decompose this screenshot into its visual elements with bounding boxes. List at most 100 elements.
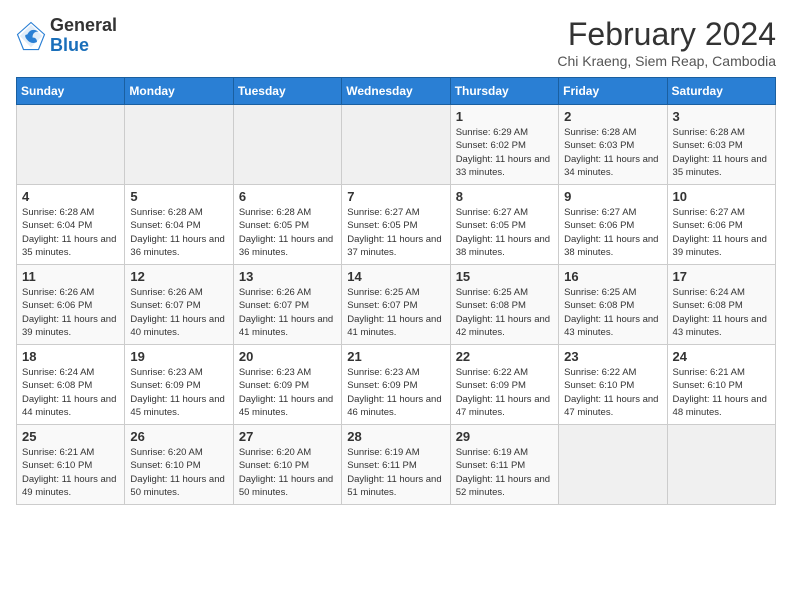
calendar-day-cell: 1Sunrise: 6:29 AM Sunset: 6:02 PM Daylig… — [450, 105, 558, 185]
calendar-day-cell: 10 Sunrise: 6:27 AM Sunset: 6:06 PM Dayli… — [667, 185, 775, 265]
weekday-header-cell: Wednesday — [342, 78, 450, 105]
calendar-day-cell: 21 Sunrise: 6:23 AM Sunset: 6:09 PM Dayli… — [342, 345, 450, 425]
calendar-day-cell: 20 Sunrise: 6:23 AM Sunset: 6:09 PM Dayli… — [233, 345, 341, 425]
weekday-header-cell: Sunday — [17, 78, 125, 105]
day-number: 7 — [347, 189, 444, 204]
calendar-day-cell: 19 Sunrise: 6:23 AM Sunset: 6:09 PM Dayli… — [125, 345, 233, 425]
day-number: 15 — [456, 269, 553, 284]
day-number: 20 — [239, 349, 336, 364]
calendar-day-cell — [667, 425, 775, 505]
calendar-day-cell: 24Sunrise: 6:21 AM Sunset: 6:10 PM Dayli… — [667, 345, 775, 425]
calendar-day-cell: 25 Sunrise: 6:21 AM Sunset: 6:10 PM Dayli… — [17, 425, 125, 505]
calendar-day-cell: 27 Sunrise: 6:20 AM Sunset: 6:10 PM Dayli… — [233, 425, 341, 505]
day-number: 8 — [456, 189, 553, 204]
weekday-header-cell: Tuesday — [233, 78, 341, 105]
calendar-day-cell: 11 Sunrise: 6:26 AM Sunset: 6:06 PM Dayli… — [17, 265, 125, 345]
calendar-day-cell — [342, 105, 450, 185]
day-number: 3 — [673, 109, 770, 124]
day-info: Sunrise: 6:23 AM Sunset: 6:09 PM Dayligh… — [347, 366, 444, 419]
calendar-day-cell — [233, 105, 341, 185]
day-number: 19 — [130, 349, 227, 364]
day-number: 13 — [239, 269, 336, 284]
calendar-day-cell: 8 Sunrise: 6:27 AM Sunset: 6:05 PM Daylig… — [450, 185, 558, 265]
day-info: Sunrise: 6:24 AM Sunset: 6:08 PM Dayligh… — [22, 366, 119, 419]
day-info: Sunrise: 6:27 AM Sunset: 6:06 PM Dayligh… — [564, 206, 661, 259]
calendar-day-cell: 6Sunrise: 6:28 AM Sunset: 6:05 PM Daylig… — [233, 185, 341, 265]
day-info: Sunrise: 6:21 AM Sunset: 6:10 PM Dayligh… — [673, 366, 770, 419]
calendar-week-row: 11 Sunrise: 6:26 AM Sunset: 6:06 PM Dayli… — [17, 265, 776, 345]
day-number: 26 — [130, 429, 227, 444]
day-number: 25 — [22, 429, 119, 444]
day-info: Sunrise: 6:22 AM Sunset: 6:09 PM Dayligh… — [456, 366, 553, 419]
weekday-header-cell: Monday — [125, 78, 233, 105]
day-number: 28 — [347, 429, 444, 444]
calendar-day-cell: 16 Sunrise: 6:25 AM Sunset: 6:08 PM Dayli… — [559, 265, 667, 345]
calendar-day-cell: 7Sunrise: 6:27 AM Sunset: 6:05 PM Daylig… — [342, 185, 450, 265]
logo-text: General Blue — [50, 16, 117, 56]
calendar-day-cell: 23 Sunrise: 6:22 AM Sunset: 6:10 PM Dayli… — [559, 345, 667, 425]
page-header: General Blue February 2024 Chi Kraeng, S… — [16, 16, 776, 69]
calendar-day-cell: 2 Sunrise: 6:28 AM Sunset: 6:03 PM Daylig… — [559, 105, 667, 185]
calendar-day-cell: 12 Sunrise: 6:26 AM Sunset: 6:07 PM Dayli… — [125, 265, 233, 345]
calendar-table: SundayMondayTuesdayWednesdayThursdayFrid… — [16, 77, 776, 505]
day-info: Sunrise: 6:20 AM Sunset: 6:10 PM Dayligh… — [239, 446, 336, 499]
day-info: Sunrise: 6:22 AM Sunset: 6:10 PM Dayligh… — [564, 366, 661, 419]
day-info: Sunrise: 6:21 AM Sunset: 6:10 PM Dayligh… — [22, 446, 119, 499]
day-info: Sunrise: 6:29 AM Sunset: 6:02 PM Dayligh… — [456, 126, 553, 179]
day-number: 27 — [239, 429, 336, 444]
day-info: Sunrise: 6:23 AM Sunset: 6:09 PM Dayligh… — [130, 366, 227, 419]
day-number: 2 — [564, 109, 661, 124]
weekday-header-cell: Friday — [559, 78, 667, 105]
calendar-day-cell: 29 Sunrise: 6:19 AM Sunset: 6:11 PM Dayli… — [450, 425, 558, 505]
calendar-day-cell: 13 Sunrise: 6:26 AM Sunset: 6:07 PM Dayli… — [233, 265, 341, 345]
day-info: Sunrise: 6:25 AM Sunset: 6:08 PM Dayligh… — [456, 286, 553, 339]
calendar-title: February 2024 — [557, 16, 776, 53]
day-number: 16 — [564, 269, 661, 284]
day-number: 21 — [347, 349, 444, 364]
day-number: 17 — [673, 269, 770, 284]
day-info: Sunrise: 6:23 AM Sunset: 6:09 PM Dayligh… — [239, 366, 336, 419]
day-info: Sunrise: 6:19 AM Sunset: 6:11 PM Dayligh… — [456, 446, 553, 499]
calendar-day-cell: 3 Sunrise: 6:28 AM Sunset: 6:03 PM Daylig… — [667, 105, 775, 185]
calendar-day-cell: 22Sunrise: 6:22 AM Sunset: 6:09 PM Dayli… — [450, 345, 558, 425]
calendar-day-cell: 14Sunrise: 6:25 AM Sunset: 6:07 PM Dayli… — [342, 265, 450, 345]
calendar-day-cell: 28 Sunrise: 6:19 AM Sunset: 6:11 PM Dayli… — [342, 425, 450, 505]
day-number: 6 — [239, 189, 336, 204]
day-number: 12 — [130, 269, 227, 284]
day-info: Sunrise: 6:27 AM Sunset: 6:05 PM Dayligh… — [456, 206, 553, 259]
calendar-day-cell: 15 Sunrise: 6:25 AM Sunset: 6:08 PM Dayli… — [450, 265, 558, 345]
logo: General Blue — [16, 16, 117, 56]
day-info: Sunrise: 6:25 AM Sunset: 6:08 PM Dayligh… — [564, 286, 661, 339]
day-info: Sunrise: 6:28 AM Sunset: 6:04 PM Dayligh… — [130, 206, 227, 259]
day-info: Sunrise: 6:19 AM Sunset: 6:11 PM Dayligh… — [347, 446, 444, 499]
day-info: Sunrise: 6:24 AM Sunset: 6:08 PM Dayligh… — [673, 286, 770, 339]
day-number: 23 — [564, 349, 661, 364]
calendar-week-row: 4Sunrise: 6:28 AM Sunset: 6:04 PM Daylig… — [17, 185, 776, 265]
calendar-body: 1Sunrise: 6:29 AM Sunset: 6:02 PM Daylig… — [17, 105, 776, 505]
calendar-day-cell — [559, 425, 667, 505]
weekday-header-cell: Thursday — [450, 78, 558, 105]
day-number: 29 — [456, 429, 553, 444]
calendar-week-row: 25 Sunrise: 6:21 AM Sunset: 6:10 PM Dayli… — [17, 425, 776, 505]
calendar-day-cell: 26Sunrise: 6:20 AM Sunset: 6:10 PM Dayli… — [125, 425, 233, 505]
day-info: Sunrise: 6:28 AM Sunset: 6:03 PM Dayligh… — [673, 126, 770, 179]
day-info: Sunrise: 6:26 AM Sunset: 6:07 PM Dayligh… — [239, 286, 336, 339]
day-info: Sunrise: 6:26 AM Sunset: 6:06 PM Dayligh… — [22, 286, 119, 339]
day-info: Sunrise: 6:27 AM Sunset: 6:06 PM Dayligh… — [673, 206, 770, 259]
day-info: Sunrise: 6:26 AM Sunset: 6:07 PM Dayligh… — [130, 286, 227, 339]
weekday-header-row: SundayMondayTuesdayWednesdayThursdayFrid… — [17, 78, 776, 105]
calendar-week-row: 1Sunrise: 6:29 AM Sunset: 6:02 PM Daylig… — [17, 105, 776, 185]
title-block: February 2024 Chi Kraeng, Siem Reap, Cam… — [557, 16, 776, 69]
weekday-header-cell: Saturday — [667, 78, 775, 105]
calendar-week-row: 18 Sunrise: 6:24 AM Sunset: 6:08 PM Dayli… — [17, 345, 776, 425]
day-number: 10 — [673, 189, 770, 204]
day-number: 11 — [22, 269, 119, 284]
calendar-day-cell: 5Sunrise: 6:28 AM Sunset: 6:04 PM Daylig… — [125, 185, 233, 265]
day-info: Sunrise: 6:28 AM Sunset: 6:04 PM Dayligh… — [22, 206, 119, 259]
day-number: 14 — [347, 269, 444, 284]
day-number: 18 — [22, 349, 119, 364]
day-info: Sunrise: 6:28 AM Sunset: 6:03 PM Dayligh… — [564, 126, 661, 179]
calendar-day-cell — [125, 105, 233, 185]
calendar-day-cell: 9Sunrise: 6:27 AM Sunset: 6:06 PM Daylig… — [559, 185, 667, 265]
calendar-day-cell — [17, 105, 125, 185]
